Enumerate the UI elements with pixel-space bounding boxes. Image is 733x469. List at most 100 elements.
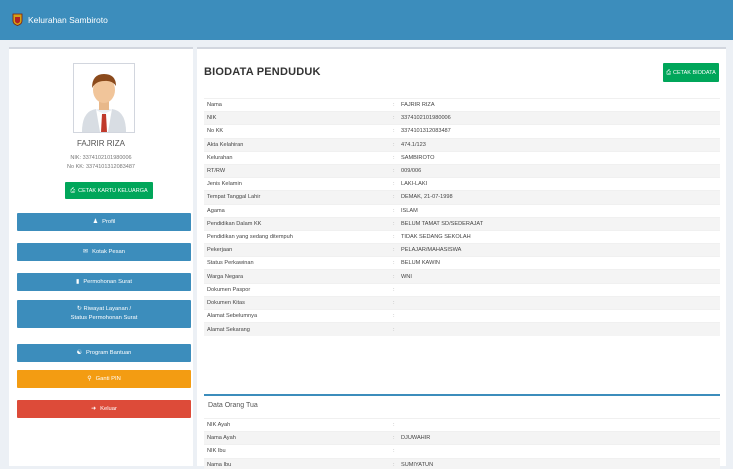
menu-keluar-button[interactable]: ➜ Keluar [17,400,191,418]
field-label: Alamat Sekarang [204,322,390,336]
menu-permohonan-surat-label: Permohonan Surat [83,278,132,285]
user-avatar-icon [74,64,134,132]
field-value: 009/006 [398,163,720,178]
field-value [398,417,720,432]
table-row: Alamat Sekarang: [204,322,720,336]
field-separator: : [390,322,398,336]
table-row: Nama Ayah: DJUWAHIR [204,431,720,445]
table-row: Dokumen Paspor: [204,282,720,297]
field-label: Warga Negara [204,269,390,284]
sign-out-icon: ➜ [91,406,97,412]
field-label: NIK Ayah [204,417,390,432]
field-separator: : [390,97,398,112]
table-row: Pendidikan yang sedang ditempuh: TIDAK SE… [204,229,720,244]
field-value: 474.1/123 [398,137,720,152]
menu-permohonan-surat-button[interactable]: ▮ Permohonan Surat [17,273,191,291]
field-label: No KK [204,124,390,139]
field-label: Alamat Sebelumnya [204,308,390,323]
field-label: Dokumen Kitas [204,295,390,310]
field-value [398,282,720,297]
field-value: SAMBIROTO [398,150,720,165]
print-biodata-button[interactable]: ⎙ CETAK BIODATA [663,63,719,82]
menu-riwayat-line1: Riwayat Layanan / [83,306,132,312]
user-icon: ♟ [92,219,99,225]
table-row: Pendidikan Dalam KK: BELUM TAMAT SD/SEDER… [204,216,720,231]
field-label: Akta Kelahiran [204,137,390,152]
table-row: Nama Ibu: SUMIYATUN [204,457,720,469]
parents-section: Data Orang Tua NIK Ayah: Nama Ayah: DJUWAH… [204,394,720,469]
menu-riwayat-line2: Status Permohonan Surat [70,315,138,321]
print-family-card-label: CETAK KARTU KELUARGA [78,187,148,194]
field-value: PELAJAR/MAHASISWA [398,243,720,257]
field-value: SUMIYATUN [398,457,720,469]
envelope-icon: ✉ [83,249,89,255]
handshake-icon: ☯ [76,350,82,356]
table-row: Tempat Tanggal Lahir: DEMAK, 21-07-1998 [204,190,720,204]
field-value: ISLAM [398,203,720,218]
table-row: RT/RW:009/006 [204,163,720,178]
field-value: 3374101312083487 [398,124,720,139]
field-separator: : [390,444,398,459]
menu-riwayat-layanan-button[interactable]: ↻ Riwayat Layanan / Status Permohonan Su… [17,300,191,328]
menu-profil-button[interactable]: ♟ Profil [17,213,191,231]
top-header: Kelurahan Sambiroto [0,0,733,40]
field-value: BELUM TAMAT SD/SEDERAJAT [398,216,720,231]
field-label: Status Perkawinan [204,256,390,270]
field-value [398,444,720,459]
field-label: Agama [204,203,390,218]
field-value: DJUWAHIR [398,431,720,445]
field-label: NIK Ibu [204,444,390,459]
field-separator: : [390,308,398,323]
field-label: RT/RW [204,163,390,178]
history-icon: ↻ [76,306,82,312]
table-row: Nama: FAJRIR RIZA [204,97,720,112]
menu-program-bantuan-label: Program Bantuan [85,349,132,356]
table-row: NIK:3374102101980006 [204,111,720,125]
field-value: WNI [398,269,720,284]
field-value: BELUM KAWIN [398,256,720,270]
parents-table: NIK Ayah: Nama Ayah: DJUWAHIR NIK Ibu: Nama … [204,417,720,469]
field-separator: : [390,282,398,297]
field-separator: : [390,111,398,125]
print-icon: ⎙ [666,69,671,76]
field-value: LAKI-LAKI [398,177,720,191]
field-separator: : [390,457,398,469]
menu-ganti-pin-button[interactable]: ⚲ Ganti PIN [17,370,191,388]
table-row: NIK Ibu: [204,444,720,459]
menu-ganti-pin-label: Ganti PIN [95,375,121,382]
field-separator: : [390,203,398,218]
avatar [73,63,135,133]
field-separator: : [390,229,398,244]
menu-program-bantuan-button[interactable]: ☯ Program Bantuan [17,344,191,362]
field-separator: : [390,124,398,139]
table-row: Pekerjaan: PELAJAR/MAHASISWA [204,243,720,257]
field-label: Nama Ibu [204,457,390,469]
field-separator: : [390,269,398,284]
table-row: No KK:3374101312083487 [204,124,720,139]
field-label: Dokumen Paspor [204,282,390,297]
table-row: Akta Kelahiran:474.1/123 [204,137,720,152]
field-separator: : [390,256,398,270]
field-label: Jenis Kelamin [204,177,390,191]
menu-kotak-pesan-button[interactable]: ✉ Kotak Pesan [17,243,191,261]
brand[interactable]: Kelurahan Sambiroto [12,13,108,26]
menu-kotak-pesan-label: Kotak Pesan [92,248,125,255]
key-icon: ⚲ [87,376,92,382]
page-title: BIODATA PENDUDUK [204,66,321,78]
print-biodata-label: CETAK BIODATA [673,69,716,76]
file-icon: ▮ [76,279,80,285]
field-separator: : [390,295,398,310]
print-icon: ⎙ [70,187,76,194]
field-separator: : [390,177,398,191]
biodata-panel: BIODATA PENDUDUK ⎙ CETAK BIODATA Nama: FA… [197,47,726,469]
menu-keluar-label: Keluar [100,405,117,412]
field-label: Nama [204,97,390,112]
field-label: Tempat Tanggal Lahir [204,190,390,204]
table-row: Warga Negara: WNI [204,269,720,284]
field-separator: : [390,163,398,178]
print-family-card-button[interactable]: ⎙ CETAK KARTU KELUARGA [65,182,153,199]
field-separator: : [390,243,398,257]
field-label: NIK [204,111,390,125]
menu-riwayat-layanan-text: ↻ Riwayat Layanan / Status Permohonan Su… [71,305,138,323]
table-row: NIK Ayah: [204,417,720,432]
